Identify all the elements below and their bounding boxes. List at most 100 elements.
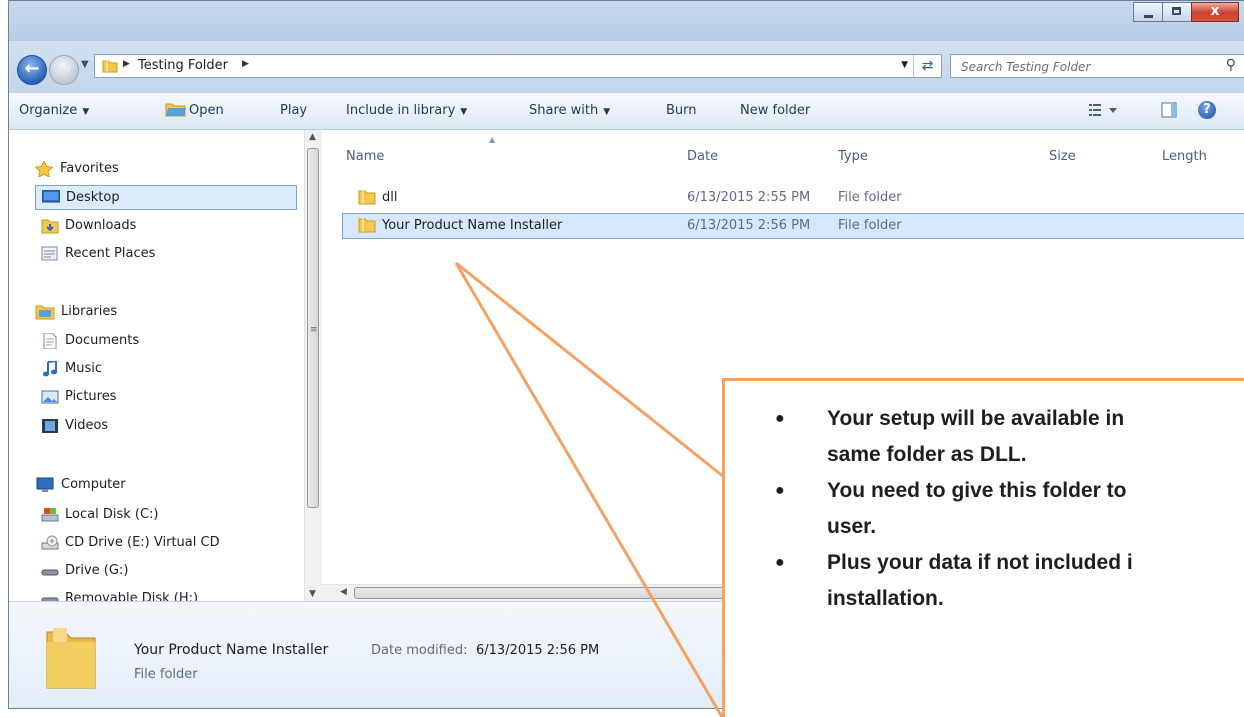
nav-favorites[interactable]: Favorites <box>34 158 295 180</box>
downloads-icon <box>41 218 59 242</box>
pictures-icon <box>41 389 59 413</box>
search-input[interactable] <box>951 55 1203 79</box>
nav-label: Desktop <box>66 190 120 205</box>
scroll-left-icon[interactable]: ◀ <box>340 587 347 597</box>
file-date: 6/13/2015 2:55 PM <box>687 190 811 205</box>
nav-label: Videos <box>65 418 109 433</box>
include-in-library-label: Include in library <box>346 103 456 118</box>
breadcrumb-testing-folder[interactable]: Testing Folder <box>138 58 228 73</box>
music-icon <box>41 359 59 385</box>
nav-computer[interactable]: Computer <box>35 474 295 496</box>
file-type: File folder <box>838 190 902 205</box>
column-header-type[interactable]: Type <box>838 149 868 164</box>
callout-text: Your setup will be available in <box>827 407 1125 430</box>
nav-libraries[interactable]: Libraries <box>35 301 295 323</box>
address-dropdown-icon[interactable]: ▼ <box>901 60 908 70</box>
details-modified-label: Date modified: <box>371 643 468 658</box>
forward-button[interactable] <box>49 55 79 85</box>
horizontal-scrollbar[interactable]: ◀ <box>322 584 774 602</box>
command-toolbar: Organize ▼ Open Play Include in library ▼ … <box>9 93 1244 130</box>
table-row[interactable]: dll 6/13/2015 2:55 PM File folder <box>342 186 1244 212</box>
drive-icon <box>41 563 59 587</box>
desktop-icon <box>41 189 61 212</box>
documents-icon <box>41 332 59 357</box>
open-folder-icon <box>165 102 187 122</box>
folder-icon <box>102 58 118 78</box>
nav-label: Recent Places <box>65 246 156 261</box>
share-with-label: Share with <box>529 103 599 118</box>
nav-desktop[interactable]: Desktop <box>35 185 297 210</box>
callout-bullet: ● Your setup will be available in same fol… <box>775 401 1244 473</box>
details-modified-value: 6/13/2015 2:56 PM <box>476 643 600 658</box>
maximize-button[interactable] <box>1162 2 1192 22</box>
file-date: 6/13/2015 2:56 PM <box>687 218 811 233</box>
nav-music[interactable]: Music <box>41 358 291 380</box>
nav-drive-g[interactable]: Drive (G:) <box>41 560 291 582</box>
play-button[interactable]: Play <box>280 103 307 118</box>
computer-icon <box>35 477 55 501</box>
nav-label: Documents <box>65 333 140 348</box>
bullet-icon: ● <box>775 554 785 571</box>
search-icon[interactable]: ⚲ <box>1226 57 1236 73</box>
organize-button[interactable]: Organize ▼ <box>19 103 89 118</box>
details-file-name: Your Product Name Installer <box>134 642 329 658</box>
callout-text: user. <box>827 515 877 538</box>
nav-recent-places[interactable]: Recent Places <box>41 243 291 265</box>
scroll-up-icon[interactable]: ▲ <box>309 132 316 142</box>
nav-downloads[interactable]: Downloads <box>41 215 291 237</box>
nav-pictures[interactable]: Pictures <box>41 386 291 408</box>
nav-videos[interactable]: Videos <box>41 415 291 437</box>
nav-cd-drive[interactable]: CD Drive (E:) Virtual CD <box>41 532 291 554</box>
folder-icon <box>45 624 97 694</box>
callout-bullet: ● You need to give this folder to user. <box>775 473 1244 545</box>
grip-icon: ≡ <box>310 325 318 335</box>
callout-text: Plus your data if not included i <box>827 551 1133 574</box>
column-header-name[interactable]: Name <box>346 149 384 164</box>
bullet-icon: ● <box>775 482 785 499</box>
help-icon[interactable]: ? <box>1198 101 1216 119</box>
scroll-down-icon[interactable]: ▼ <box>309 589 316 599</box>
search-box: ⚲ <box>950 54 1244 79</box>
close-button[interactable] <box>1191 2 1239 22</box>
details-file-type: File folder <box>134 667 198 682</box>
new-folder-button[interactable]: New folder <box>740 103 810 118</box>
column-header-size[interactable]: Size <box>1049 149 1076 164</box>
open-button[interactable]: Open <box>189 103 224 118</box>
local-disk-icon <box>41 507 59 531</box>
scrollbar-thumb[interactable] <box>354 587 774 599</box>
file-type: File folder <box>838 218 902 233</box>
nav-documents[interactable]: Documents <box>41 330 291 352</box>
title-bar <box>9 1 1244 41</box>
file-name: Your Product Name Installer <box>382 218 563 233</box>
breadcrumb-separator-icon[interactable]: ▶ <box>123 59 130 69</box>
recent-pages-dropdown[interactable]: ▼ <box>81 59 89 70</box>
nav-label: Pictures <box>65 389 117 404</box>
table-row[interactable]: Your Product Name Installer 6/13/2015 2:… <box>342 213 1244 239</box>
burn-button[interactable]: Burn <box>666 103 697 118</box>
callout-text: installation. <box>827 587 944 610</box>
organize-label: Organize <box>19 103 78 118</box>
nav-label: Computer <box>61 477 126 492</box>
minimize-button[interactable] <box>1133 2 1163 22</box>
change-view-icon[interactable] <box>1089 103 1119 121</box>
folder-icon <box>358 217 376 237</box>
column-header-length[interactable]: Length <box>1162 149 1207 164</box>
include-in-library-button[interactable]: Include in library ▼ <box>346 103 467 118</box>
libraries-icon <box>35 304 55 328</box>
preview-pane-icon[interactable] <box>1161 102 1177 122</box>
callout-bullet: ● Plus your data if not included i install… <box>775 545 1244 617</box>
file-name: dll <box>382 190 398 205</box>
sort-ascending-icon: ▲ <box>489 135 496 144</box>
videos-icon <box>41 418 59 442</box>
navigation-scrollbar[interactable]: ▲ ≡ ▼ <box>304 130 322 609</box>
share-with-button[interactable]: Share with ▼ <box>529 103 610 118</box>
breadcrumb-separator-icon[interactable]: ▶ <box>242 59 249 69</box>
folder-icon <box>358 189 376 209</box>
callout-text: same folder as DLL. <box>827 443 1027 466</box>
callout-text: You need to give this folder to <box>827 479 1127 502</box>
column-header-date[interactable]: Date <box>687 149 718 164</box>
back-button[interactable] <box>17 55 47 85</box>
address-bar[interactable]: ▶ Testing Folder ▶ ▼ ⇄ <box>94 54 942 78</box>
refresh-button[interactable]: ⇄ <box>913 55 941 77</box>
nav-local-disk[interactable]: Local Disk (C:) <box>41 504 291 526</box>
